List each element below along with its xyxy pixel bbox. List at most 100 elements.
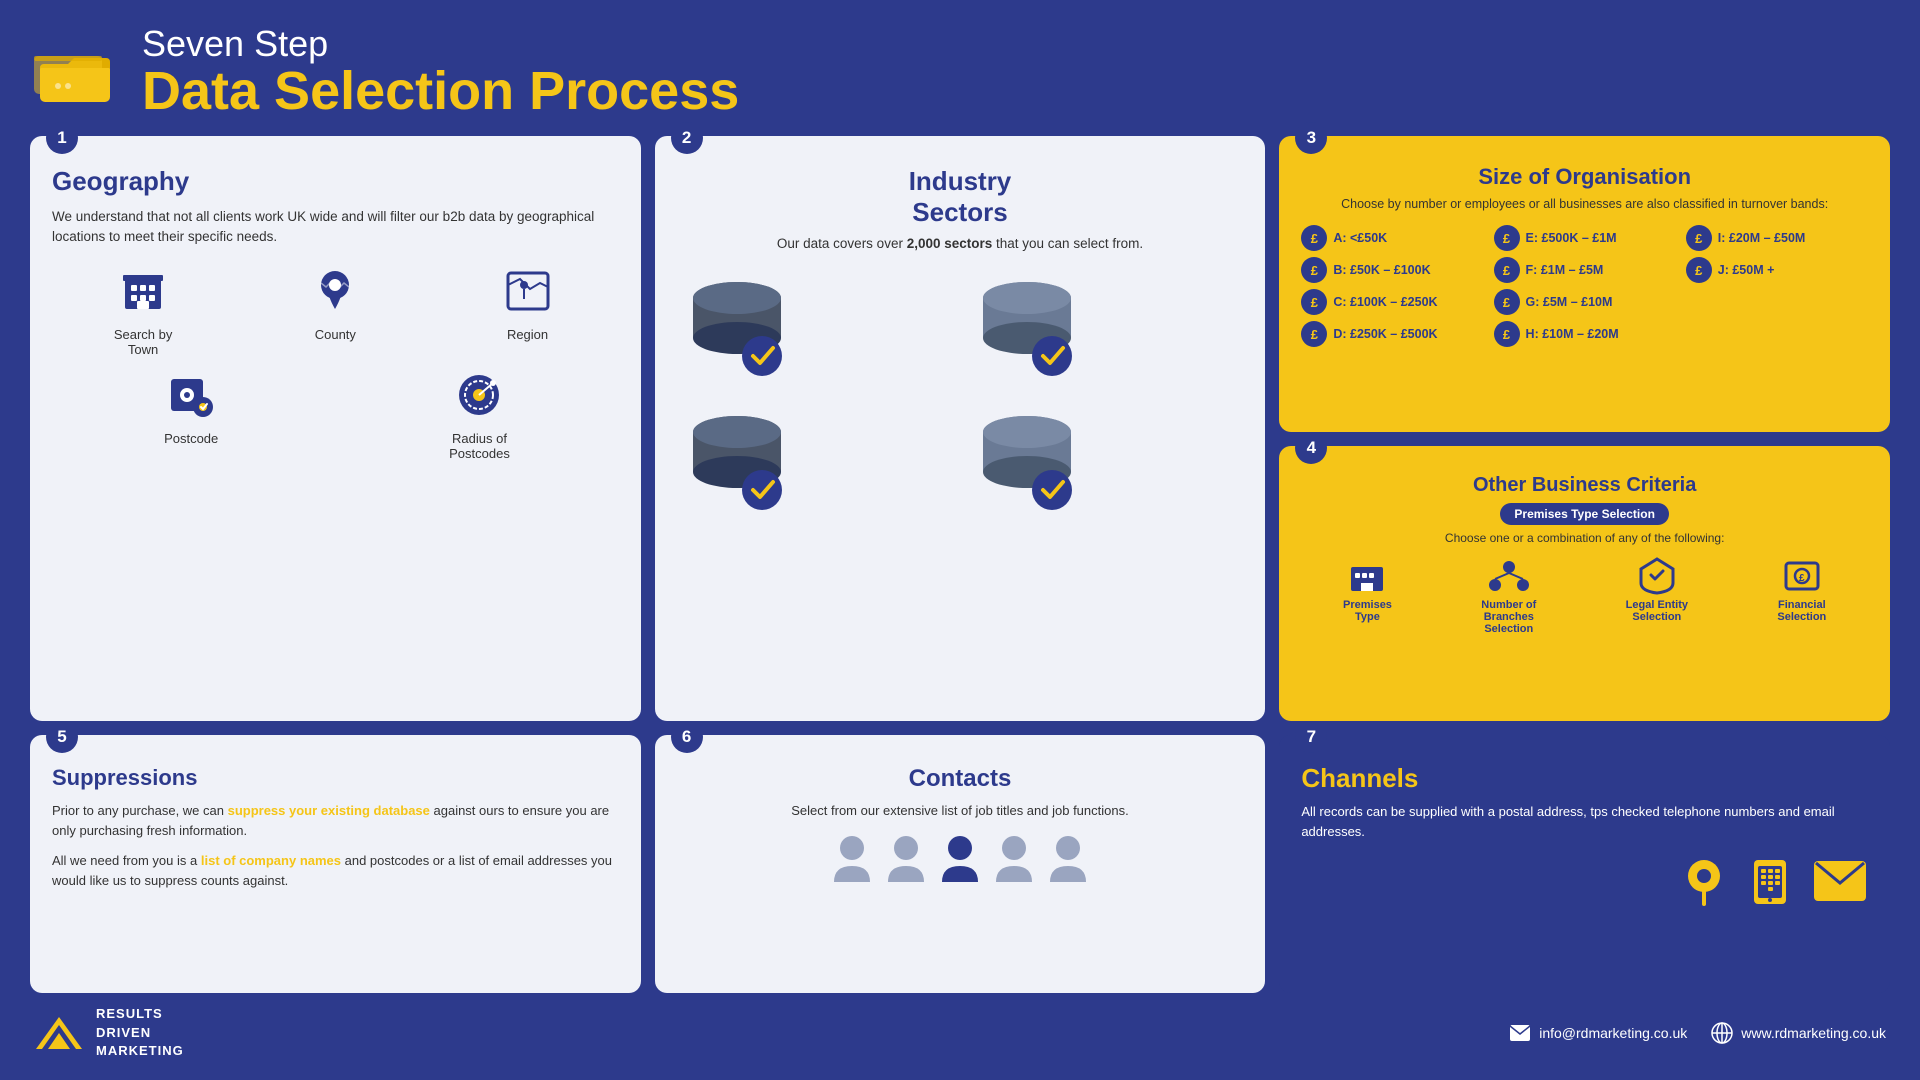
suppressions-card: 5 Suppressions Prior to any purchase, we… [30, 735, 641, 994]
financial-label: FinancialSelection [1777, 599, 1826, 623]
band-d: £ D: £250K – £500K [1301, 321, 1483, 347]
step-3-badge: 3 [1295, 122, 1327, 154]
band-f: £ F: £1M – £5M [1494, 257, 1676, 283]
contacts-title: Contacts [677, 765, 1244, 793]
band-a: £ A: <£50K [1301, 225, 1483, 251]
rdm-logo-icon [34, 1015, 84, 1051]
size-title: Size of Organisation [1301, 164, 1868, 190]
channels-desc: All records can be supplied with a posta… [1301, 802, 1868, 842]
pound-icon-c: £ [1301, 289, 1327, 315]
step-4-badge: 4 [1295, 432, 1327, 464]
band-empty-1 [1686, 289, 1868, 315]
band-i: £ I: £20M – £50M [1686, 225, 1868, 251]
radius-icon [451, 367, 507, 423]
channel-icon-row [1301, 854, 1868, 908]
building-icon [115, 263, 171, 319]
footer-website-text: www.rdmarketing.co.uk [1741, 1025, 1886, 1041]
region-map-icon [500, 263, 556, 319]
channels-title: Channels [1301, 763, 1868, 794]
legal-entity-label: Legal EntitySelection [1626, 599, 1688, 623]
band-c: £ C: £100K – £250K [1301, 289, 1483, 315]
band-j: £ J: £50M + [1686, 257, 1868, 283]
email-footer-icon [1509, 1024, 1531, 1042]
other-business-card: 4 Other Business Criteria Premises Type … [1279, 446, 1890, 720]
location-pin-icon [307, 263, 363, 319]
footer-email-text: info@rdmarketing.co.uk [1539, 1025, 1687, 1041]
database-icon-4 [967, 402, 1243, 522]
other-title: Other Business Criteria [1301, 474, 1868, 497]
band-b: £ B: £50K – £100K [1301, 257, 1483, 283]
phone-channel-icon [1746, 854, 1794, 908]
step-1-badge: 1 [46, 122, 78, 154]
geography-desc: We understand that not all clients work … [52, 207, 619, 248]
band-h: £ H: £10M – £20M [1494, 321, 1676, 347]
industry-desc: Our data covers over 2,000 sectors that … [677, 234, 1244, 254]
folder-icon [30, 36, 120, 106]
pound-icon-e: £ [1494, 225, 1520, 251]
pound-icon-d: £ [1301, 321, 1327, 347]
contact-person-icons [677, 832, 1244, 886]
suppressions-p2: All we need from you is a list of compan… [52, 851, 619, 891]
suppressions-title: Suppressions [52, 765, 619, 791]
premises-type-item: PremisesType [1343, 555, 1392, 623]
email-channel-icon [1812, 859, 1868, 903]
geo-county-label: County [315, 327, 356, 342]
industry-title: IndustrySectors [677, 166, 1244, 228]
band-e: £ E: £500K – £1M [1494, 225, 1676, 251]
geography-bottom-icons: Postcode Radius ofPostcodes [52, 367, 619, 461]
contacts-desc: Select from our extensive list of job ti… [677, 801, 1244, 821]
footer-logo-text: RESULTS DRIVEN MARKETING [96, 1005, 184, 1060]
location-channel-icon [1680, 854, 1728, 908]
geo-search-town: Search byTown [52, 263, 234, 357]
header-subtitle: Seven Step [142, 24, 739, 64]
footer: RESULTS DRIVEN MARKETING info@rdmarketin… [30, 1005, 1890, 1060]
premises-type-label: PremisesType [1343, 599, 1392, 623]
pound-icon-a: £ [1301, 225, 1327, 251]
branches-item: Number ofBranchesSelection [1481, 555, 1536, 635]
band-g: £ G: £5M – £10M [1494, 289, 1676, 315]
financial-item: £ FinancialSelection [1777, 555, 1826, 623]
svg-text:£: £ [1799, 573, 1805, 584]
geography-title: Geography [52, 166, 619, 197]
size-card: 3 Size of Organisation Choose by number … [1279, 136, 1890, 433]
branches-label: Number ofBranchesSelection [1481, 599, 1536, 635]
database-icons [677, 268, 1244, 522]
step-6-badge: 6 [671, 721, 703, 753]
industry-card: 2 IndustrySectors Our data covers over 2… [655, 136, 1266, 721]
other-choose-text: Choose one or a combination of any of th… [1301, 531, 1868, 545]
pound-icon-j: £ [1686, 257, 1712, 283]
geography-card: 1 Geography We understand that not all c… [30, 136, 641, 721]
contacts-card: 6 Contacts Select from our extensive lis… [655, 735, 1266, 994]
footer-logo: RESULTS DRIVEN MARKETING [34, 1005, 184, 1060]
database-icon-1 [677, 268, 953, 388]
channels-card: 7 Channels All records can be supplied w… [1279, 735, 1890, 994]
geography-top-icons: Search byTown County [52, 263, 619, 357]
header-title: Data Selection Process [142, 64, 739, 118]
premises-badge: Premises Type Selection [1500, 503, 1669, 525]
size-bands-grid: £ A: <£50K £ E: £500K – £1M £ I: £20M – … [1301, 225, 1868, 347]
size-subtitle: Choose by number or employees or all bus… [1301, 196, 1868, 214]
band-empty-2 [1686, 321, 1868, 347]
header-text: Seven Step Data Selection Process [142, 24, 739, 118]
globe-footer-icon [1711, 1022, 1733, 1044]
footer-contact: info@rdmarketing.co.uk www.rdmarketing.c… [1509, 1022, 1886, 1044]
legal-entity-item: Legal EntitySelection [1626, 555, 1688, 623]
pound-icon-f: £ [1494, 257, 1520, 283]
pound-icon-i: £ [1686, 225, 1712, 251]
geo-radius: Radius ofPostcodes [340, 367, 618, 461]
geo-county: County [244, 263, 426, 357]
pound-icon-h: £ [1494, 321, 1520, 347]
suppressions-p1: Prior to any purchase, we can suppress y… [52, 801, 619, 841]
database-icon-2 [967, 268, 1243, 388]
geo-region: Region [436, 263, 618, 357]
footer-website: www.rdmarketing.co.uk [1711, 1022, 1886, 1044]
step-5-badge: 5 [46, 721, 78, 753]
header: Seven Step Data Selection Process [30, 24, 1890, 118]
geo-postcode: Postcode [52, 367, 330, 461]
step-7-badge: 7 [1295, 721, 1327, 753]
geo-radius-label: Radius ofPostcodes [449, 431, 510, 461]
pound-icon-b: £ [1301, 257, 1327, 283]
other-criteria-icons: PremisesType Number ofBranchesSelection [1301, 555, 1868, 635]
geo-postcode-label: Postcode [164, 431, 218, 446]
footer-email: info@rdmarketing.co.uk [1509, 1024, 1687, 1042]
